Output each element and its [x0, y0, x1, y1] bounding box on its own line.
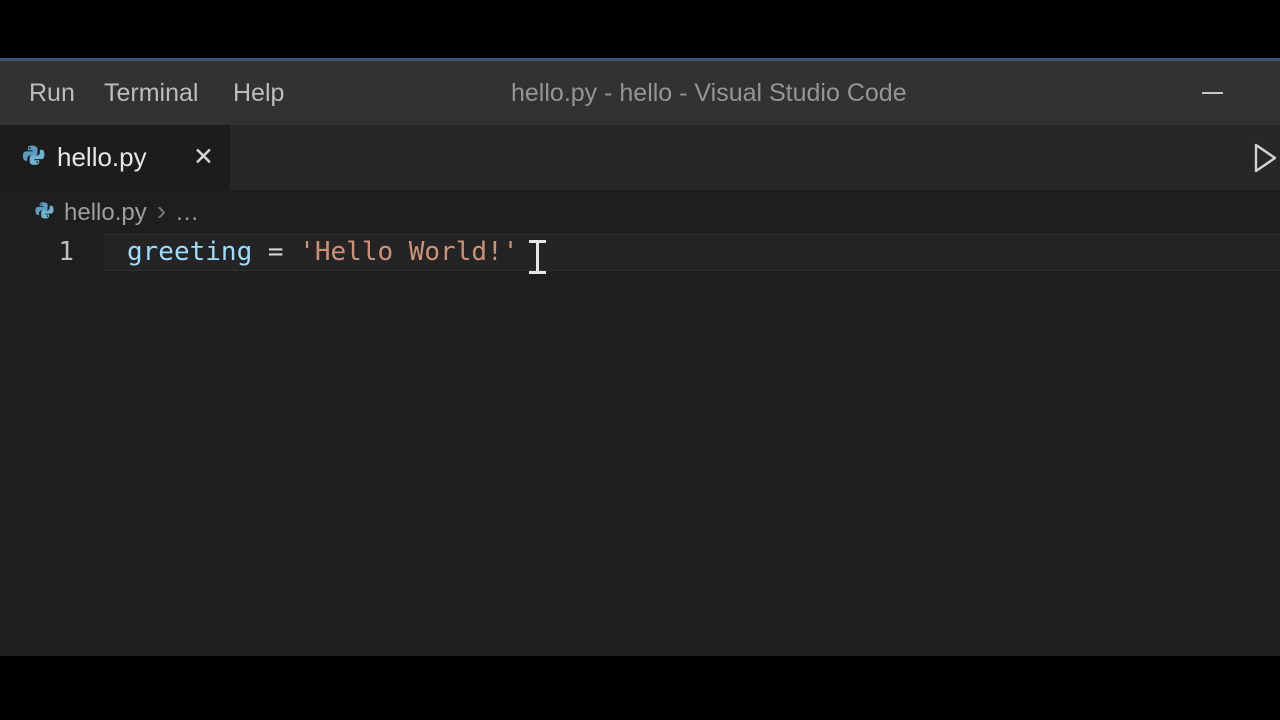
python-icon — [33, 200, 54, 226]
tab-bar: hello.py ✕ — [0, 125, 1280, 190]
tab-label: hello.py — [57, 142, 147, 173]
menu-item-help[interactable]: Help — [227, 61, 290, 125]
breadcrumb: hello.py › ... — [33, 198, 199, 228]
vscode-window: Run Terminal Help hello.py - hello - Vis… — [0, 0, 1280, 720]
python-icon — [20, 143, 45, 173]
play-icon — [1251, 142, 1279, 174]
breadcrumb-item-file[interactable]: hello.py — [64, 199, 147, 227]
run-file-button[interactable] — [1250, 141, 1280, 175]
editor-pane[interactable]: hello.py › ... 1 greeting = 'Hello World… — [0, 190, 1280, 656]
menu-item-terminal[interactable]: Terminal — [98, 61, 204, 125]
breadcrumb-item-symbol[interactable]: ... — [176, 199, 199, 227]
menu-bar: Run Terminal Help hello.py - hello - Vis… — [0, 61, 1280, 125]
minimize-button[interactable] — [1188, 61, 1236, 125]
line-number: 1 — [0, 234, 74, 271]
tab-hello-py[interactable]: hello.py ✕ — [0, 125, 230, 190]
text-cursor-pointer — [528, 240, 548, 274]
token-operator: = — [252, 237, 299, 267]
chevron-right-icon: › — [157, 197, 166, 229]
token-variable: greeting — [127, 237, 252, 267]
close-icon[interactable]: ✕ — [193, 145, 214, 170]
window-title: hello.py - hello - Visual Studio Code — [511, 61, 907, 125]
minimize-icon — [1202, 92, 1223, 94]
token-string: 'Hello World!' — [299, 237, 518, 267]
code-line[interactable]: greeting = 'Hello World!' — [127, 234, 518, 271]
menu-item-run[interactable]: Run — [23, 61, 81, 125]
